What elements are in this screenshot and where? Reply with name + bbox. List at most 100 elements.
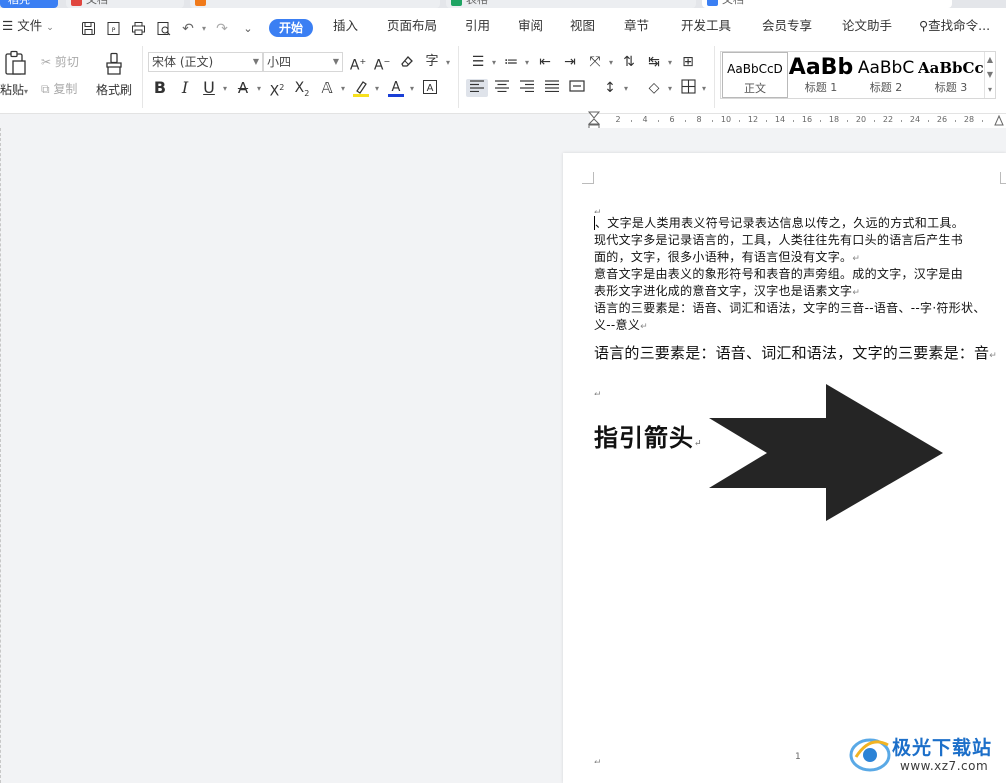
search-icon: ⚲ [919, 18, 929, 33]
text-line[interactable]: 语言的三要素是：语音、词汇和语法，文字的三音--语音、--字·符形状、 [594, 300, 1006, 317]
paste-button[interactable] [2, 50, 28, 79]
text-direction-icon[interactable]: ⇅ [620, 53, 638, 71]
document-heading[interactable]: 指引箭头↵ [594, 418, 703, 453]
text-effect-icon[interactable]: 𝔸 [318, 79, 345, 98]
print-icon[interactable] [130, 21, 146, 37]
export-pdf-icon[interactable]: P [105, 21, 121, 37]
pinyin-guide-icon[interactable]: 字 [423, 53, 450, 72]
borders-icon[interactable] [679, 79, 706, 98]
tab-start[interactable]: 开始 [269, 19, 314, 37]
bullet-list-icon[interactable]: ☰ [469, 53, 496, 72]
shading-icon[interactable]: ◇ [645, 79, 672, 98]
file-tab-home[interactable]: 稻壳 [0, 0, 58, 8]
superscript-icon[interactable]: X2 [268, 79, 286, 100]
large-text-line[interactable]: 语言的三要素是：语音、词汇和语法，文字的三要素是：音↵ [594, 342, 1006, 367]
font-color-icon[interactable]: A [387, 79, 414, 98]
empty-paragraph[interactable]: ↵ [594, 203, 1006, 213]
align-right-icon[interactable] [518, 79, 536, 97]
file-tab-2[interactable] [190, 0, 440, 8]
style-heading-2[interactable]: AaBbC 标题 2 [853, 52, 919, 98]
text-line[interactable]: 义--意义↵ [594, 317, 1006, 336]
tab-member[interactable]: 会员专享 [762, 17, 812, 34]
copy-label: 复制 [53, 82, 78, 96]
text-line[interactable]: 意音文字是由表义的象形符号和表音的声旁组。成的文字，汉字是由 [594, 266, 1006, 283]
align-center-icon[interactable] [493, 79, 511, 97]
cut-button[interactable]: ✂ 剪切 [41, 54, 79, 70]
style-normal[interactable]: AaBbCcD 正文 [722, 52, 788, 98]
tab-insert[interactable]: 插入 [333, 17, 358, 34]
character-border-icon[interactable]: A [421, 79, 439, 97]
underline-icon[interactable]: U [200, 79, 227, 99]
copy-button[interactable]: ⧉ 复制 [41, 81, 77, 97]
style-gallery-scroll[interactable]: ▲ ▼ ▾ [984, 52, 995, 98]
increase-indent-icon[interactable]: ⇥ [561, 53, 579, 71]
chevron-up-icon[interactable]: ▲ [985, 52, 995, 67]
tab-references[interactable]: 引用 [465, 17, 490, 34]
decrease-indent-icon[interactable]: ⇤ [536, 53, 554, 71]
ruler-tick-label: 14 [774, 115, 786, 124]
justify-icon[interactable] [543, 79, 561, 97]
chevron-down-icon: ⌄ [46, 23, 54, 33]
sort-icon[interactable]: ↹ [645, 53, 672, 72]
file-tab-3[interactable]: 表格 [446, 0, 696, 8]
tab-developer[interactable]: 开发工具 [681, 17, 731, 34]
undo-dropdown-icon[interactable]: ▾ [196, 21, 212, 37]
paste-label: 粘贴 [0, 83, 25, 97]
copy-icon: ⧉ [41, 82, 50, 96]
customize-toolbar-icon[interactable]: ⌄ [240, 21, 256, 37]
ruler-tick-label: 28 [963, 115, 975, 124]
chinese-layout-icon[interactable]: ⤧ [586, 53, 613, 72]
clear-format-icon[interactable] [398, 53, 416, 71]
spreadsheet-icon [451, 0, 462, 6]
tab-view[interactable]: 视图 [570, 17, 595, 34]
line-text: 面的，文字，很多小语种，有语言但没有文字。 [594, 250, 853, 264]
print-preview-icon[interactable] [155, 21, 171, 37]
italic-icon[interactable]: I [176, 79, 194, 97]
text-line[interactable]: 现代文字多是记录语言的，工具，人类往往先有口头的语言后产生书 [594, 232, 1006, 249]
text-line[interactable]: 、文字是人类用表义符号记录表达信息以传之，久远的方式和工具。 [594, 215, 1006, 232]
file-tab-1[interactable]: 文档 [66, 0, 184, 8]
numbered-list-icon[interactable]: ≔ [502, 53, 529, 72]
arrow-shape[interactable] [709, 384, 945, 522]
distributed-align-icon[interactable] [568, 79, 586, 97]
decrease-font-size-icon[interactable]: A− [373, 53, 391, 74]
redo-icon[interactable]: ↷ [214, 21, 230, 37]
tab-page-layout[interactable]: 页面布局 [387, 17, 437, 34]
horizontal-ruler[interactable]: 2 4 6 8 10 12 14 16 18 20 22 24 26 28 [588, 111, 1006, 131]
save-icon[interactable] [80, 21, 96, 37]
bold-icon[interactable]: B [151, 79, 169, 97]
expand-icon[interactable]: ▾ [985, 82, 995, 97]
line-spacing-icon[interactable]: ↕ [601, 79, 628, 98]
chevron-down-icon[interactable]: ▼ [985, 67, 995, 82]
show-marks-icon[interactable]: ⊞ [679, 53, 697, 71]
highlight-icon[interactable] [352, 79, 379, 98]
ruler-tick-label: 8 [696, 115, 702, 124]
font-size-combo[interactable]: 小四 ▼ [263, 52, 343, 72]
strikethrough-icon[interactable]: A [234, 79, 261, 98]
group-separator [142, 46, 143, 108]
line-text: 语言的三要素是：语音、词汇和语法，文字的三要素是：音 [594, 344, 990, 362]
line-text: 、文字是人类用表义符号记录表达信息以传之，久远的方式和工具。 [595, 216, 965, 230]
font-name-value: 宋体 (正文) [152, 55, 214, 69]
paragraph-mark: ↵ [640, 322, 649, 332]
format-painter-button[interactable] [102, 52, 126, 79]
file-menu[interactable]: ☰ 文件 ⌄ [2, 17, 54, 37]
tab-review[interactable]: 审阅 [518, 17, 543, 34]
paste-label-button[interactable]: 粘贴▾ [0, 82, 28, 100]
increase-font-size-icon[interactable]: A+ [349, 53, 367, 74]
undo-icon[interactable]: ↶ [180, 21, 196, 37]
style-name: 标题 1 [804, 81, 838, 94]
tab-thesis-assistant[interactable]: 论文助手 [842, 17, 892, 34]
align-left-icon[interactable] [466, 79, 488, 97]
file-tab-active[interactable]: 文档 [702, 0, 952, 8]
tab-chapter[interactable]: 章节 [624, 17, 649, 34]
font-name-combo[interactable]: 宋体 (正文) ▼ [148, 52, 263, 72]
document-page[interactable]: ↵ 、文字是人类用表义符号记录表达信息以传之，久远的方式和工具。 现代文字多是记… [563, 153, 1006, 783]
paragraph-mark: ↵ [989, 351, 997, 361]
subscript-icon[interactable]: X2 [293, 79, 311, 98]
right-indent-marker-icon[interactable] [994, 113, 1004, 127]
style-heading-3[interactable]: AaBbCcI 标题 3 [918, 52, 984, 98]
command-search[interactable]: ⚲查找命令... [919, 17, 990, 34]
style-name: 正文 [744, 82, 766, 95]
style-heading-1[interactable]: AaBb 标题 1 [788, 52, 854, 98]
